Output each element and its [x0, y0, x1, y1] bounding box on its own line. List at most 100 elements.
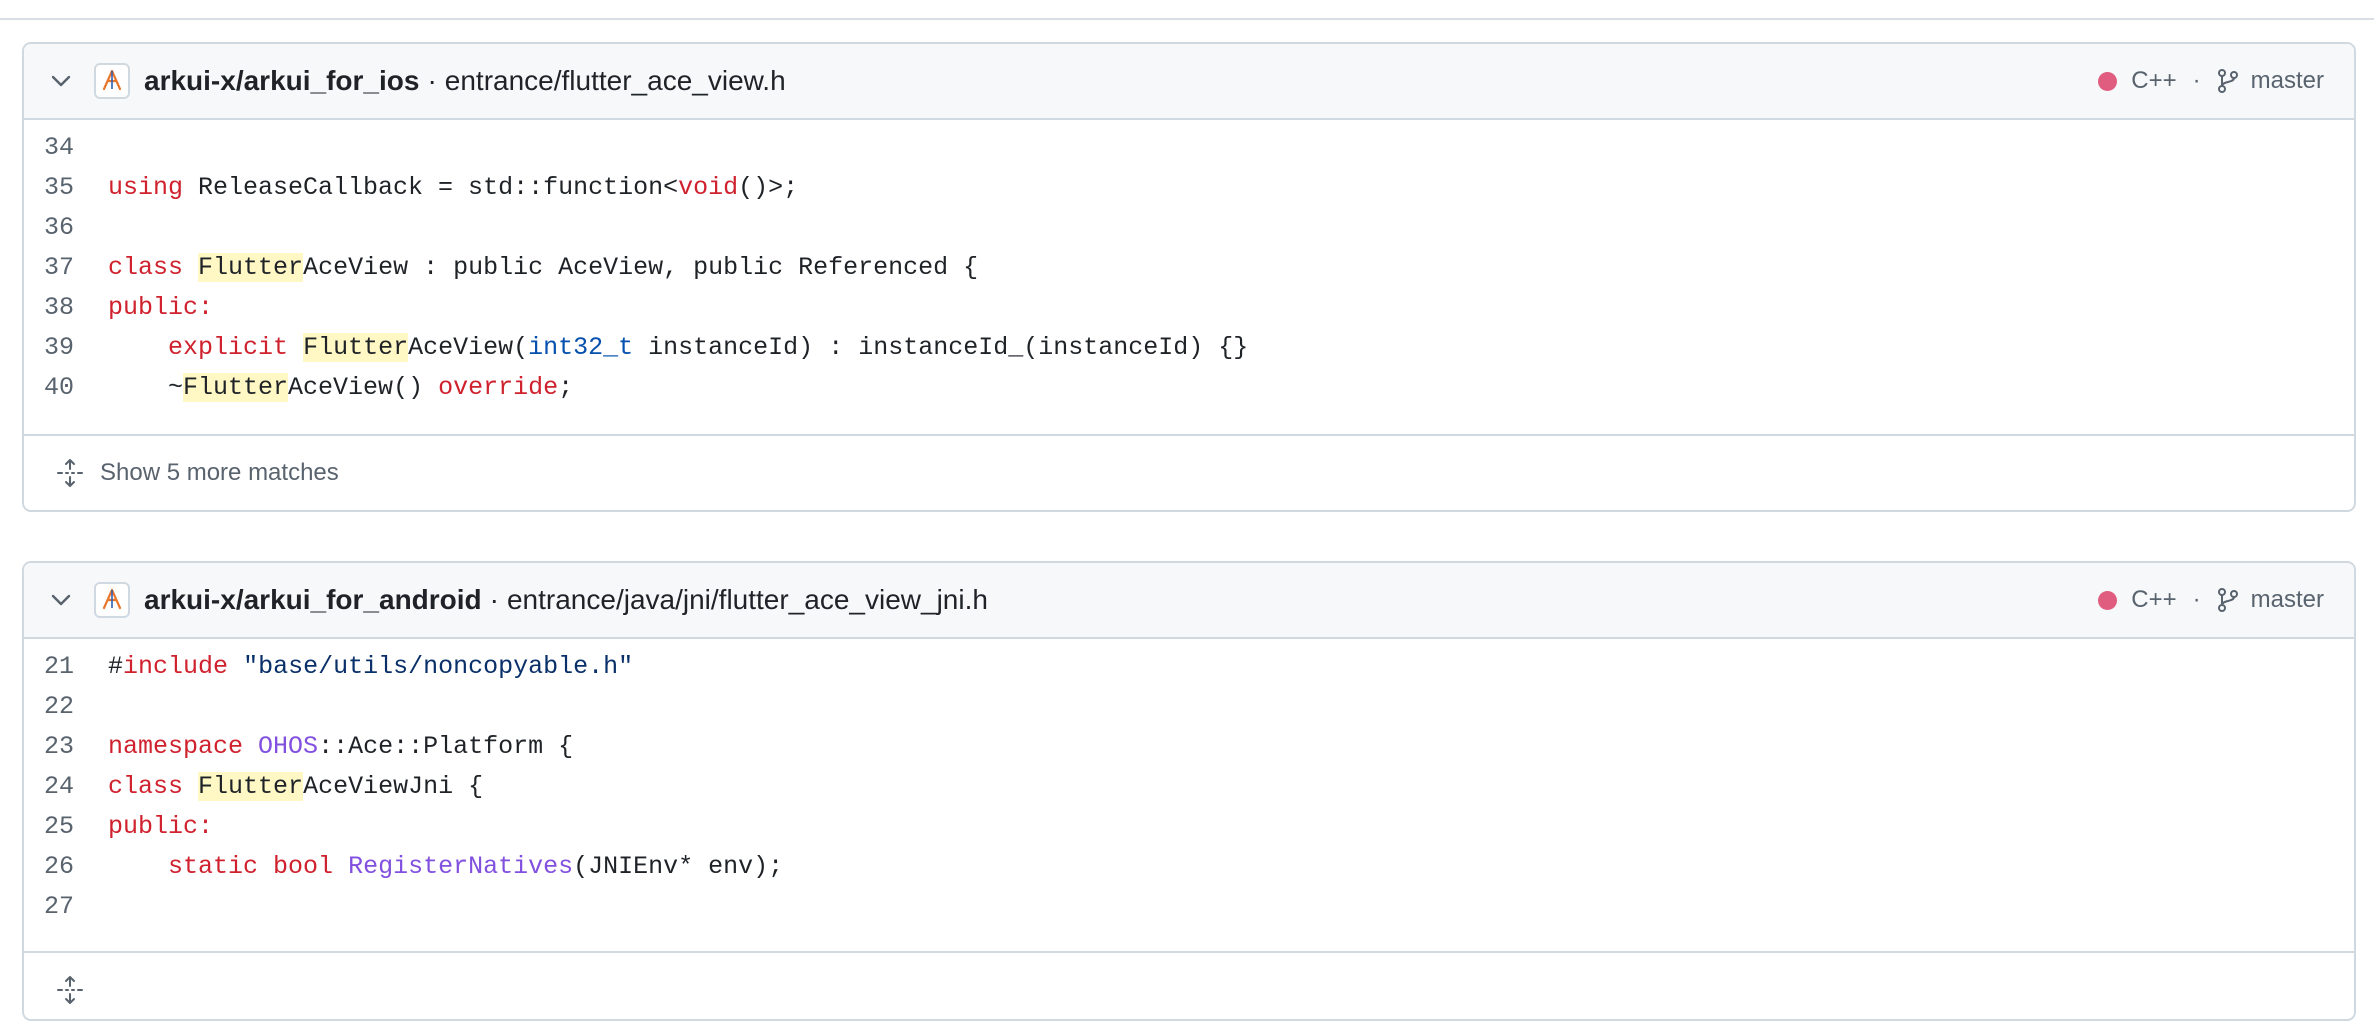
code-token: ; — [558, 373, 574, 402]
header-separator: · — [489, 584, 499, 615]
language-color-dot — [2098, 590, 2118, 610]
match-highlight: Flutter — [198, 772, 304, 801]
result-meta: C++ · master — [2098, 586, 2324, 614]
code-token: explicit — [168, 333, 289, 362]
header-separator: · — [427, 65, 437, 96]
code-line: 27 — [24, 887, 2354, 927]
meta-separator: · — [2192, 67, 2201, 94]
unfold-icon — [56, 458, 84, 488]
line-number[interactable]: 27 — [24, 887, 108, 927]
code-token: AceView( — [408, 333, 529, 362]
match-highlight: Flutter — [198, 253, 304, 282]
code-token: ReleaseCallback = std::function< — [183, 173, 679, 202]
code-token: AceView : public AceView, public Referen… — [303, 253, 979, 282]
chevron-down-icon[interactable] — [48, 587, 74, 613]
chevron-down-icon[interactable] — [48, 68, 74, 94]
match-highlight: Flutter — [303, 333, 409, 362]
branch-label[interactable]: master — [2251, 67, 2324, 95]
line-number[interactable]: 37 — [24, 248, 108, 288]
search-result-card: arkui-x/arkui_for_ios · entrance/flutter… — [22, 42, 2356, 512]
code-token: class — [108, 772, 184, 801]
line-code: using ReleaseCallback = std::function<vo… — [108, 168, 798, 208]
code-line: 35 using ReleaseCallback = std::function<… — [24, 168, 2354, 208]
line-code: static bool RegisterNatives(JNIEnv* env)… — [108, 847, 783, 887]
repo-avatar[interactable] — [94, 582, 130, 618]
line-code: class FlutterAceView : public AceView, p… — [108, 248, 978, 288]
code-token: public: — [108, 812, 214, 841]
code-token: using — [108, 173, 184, 202]
line-code: ~FlutterAceView() override; — [108, 368, 573, 408]
code-line: 25 public: — [24, 807, 2354, 847]
code-line: 40 ~FlutterAceView() override; — [24, 368, 2354, 408]
line-code: explicit FlutterAceView(int32_t instance… — [108, 328, 1248, 368]
line-code: class FlutterAceViewJni { — [108, 767, 483, 807]
code-token: AceViewJni { — [303, 772, 484, 801]
code-line: 34 — [24, 128, 2354, 168]
line-code: public: — [108, 807, 213, 847]
code-token: ::Ace::Platform { — [318, 732, 574, 761]
unfold-icon — [56, 975, 84, 1005]
code-token: bool — [273, 852, 334, 881]
top-divider — [0, 18, 2374, 20]
line-number[interactable]: 24 — [24, 767, 108, 807]
repo-name-link[interactable]: arkui-x/arkui_for_android — [144, 584, 482, 616]
git-branch-icon — [2217, 68, 2239, 94]
line-number[interactable]: 25 — [24, 807, 108, 847]
code-line: 26 static bool RegisterNatives(JNIEnv* e… — [24, 847, 2354, 887]
line-number[interactable]: 40 — [24, 368, 108, 408]
code-line: 23 namespace OHOS::Ace::Platform { — [24, 727, 2354, 767]
code-line: 24 class FlutterAceViewJni { — [24, 767, 2354, 807]
code-token: ~ — [108, 373, 184, 402]
code-token: class — [108, 253, 184, 282]
line-number[interactable]: 38 — [24, 288, 108, 328]
file-path-link[interactable]: entrance/java/jni/flutter_ace_view_jni.h — [507, 584, 988, 616]
line-number[interactable]: 39 — [24, 328, 108, 368]
result-meta: C++ · master — [2098, 67, 2324, 95]
git-branch-icon — [2217, 587, 2239, 613]
code-line: 39 explicit FlutterAceView(int32_t insta… — [24, 328, 2354, 368]
code-token: override — [438, 373, 559, 402]
meta-separator: · — [2192, 586, 2201, 613]
language-label: C++ — [2131, 586, 2177, 613]
code-line: 38 public: — [24, 288, 2354, 328]
line-number[interactable]: 21 — [24, 647, 108, 687]
result-header: arkui-x/arkui_for_ios · entrance/flutter… — [24, 44, 2354, 120]
repo-name-link[interactable]: arkui-x/arkui_for_ios — [144, 65, 419, 97]
line-number[interactable]: 26 — [24, 847, 108, 887]
code-token: int32_t — [528, 333, 634, 362]
code-line: 37 class FlutterAceView : public AceView,… — [24, 248, 2354, 288]
file-path-link[interactable]: entrance/flutter_ace_view.h — [445, 65, 786, 97]
code-snippet: 34 35 using ReleaseCallback = std::functio… — [24, 120, 2354, 408]
show-more-matches-button[interactable]: Show 5 more matches — [24, 434, 2354, 510]
code-token: static — [168, 852, 259, 881]
line-number[interactable]: 34 — [24, 128, 108, 168]
code-token: (JNIEnv* env); — [573, 852, 784, 881]
line-code: #include "base/utils/noncopyable.h" — [108, 647, 633, 687]
line-number[interactable]: 36 — [24, 208, 108, 248]
code-token: "base/utils/noncopyable.h" — [243, 652, 634, 681]
line-number[interactable]: 22 — [24, 687, 108, 727]
code-token: # — [108, 652, 124, 681]
code-token: instanceId) : instanceId_(instanceId) {} — [633, 333, 1249, 362]
code-line: 21 #include "base/utils/noncopyable.h" — [24, 647, 2354, 687]
show-more-matches-button[interactable] — [24, 951, 2354, 1019]
code-snippet: 21 #include "base/utils/noncopyable.h" 22 2… — [24, 639, 2354, 927]
line-number[interactable]: 23 — [24, 727, 108, 767]
branch-label[interactable]: master — [2251, 586, 2324, 614]
code-line: 22 — [24, 687, 2354, 727]
code-line: 36 — [24, 208, 2354, 248]
code-token: AceView() — [288, 373, 439, 402]
code-token: OHOS — [258, 732, 319, 761]
language-color-dot — [2098, 71, 2118, 91]
repo-avatar[interactable] — [94, 63, 130, 99]
line-number[interactable]: 35 — [24, 168, 108, 208]
code-token: public: — [108, 293, 214, 322]
code-token: RegisterNatives — [348, 852, 574, 881]
